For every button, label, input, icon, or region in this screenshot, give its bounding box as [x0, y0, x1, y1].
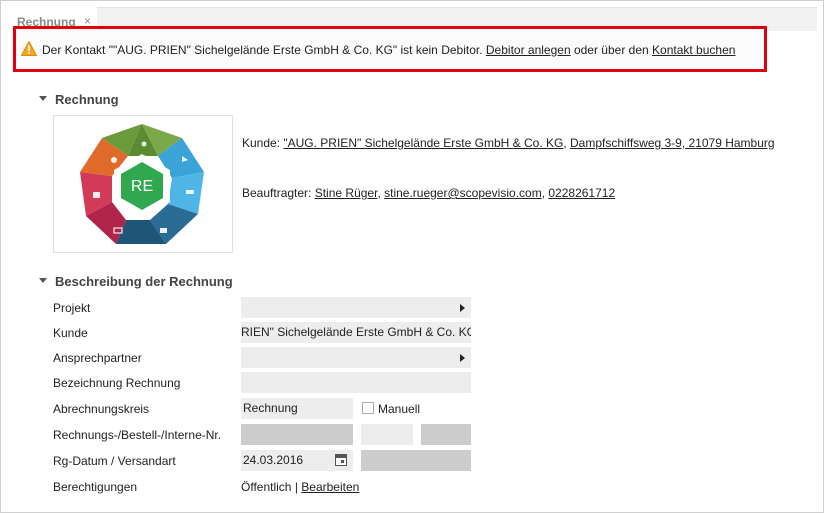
customer-label: Kunde:	[242, 136, 284, 150]
datum-label: Rg-Datum / Versandart	[53, 454, 176, 468]
agent-email-link[interactable]: stine.rueger@scopevisio.com	[384, 186, 542, 200]
rg-datum-value: 24.03.2016	[243, 453, 304, 467]
document-logo: RE	[53, 115, 233, 253]
interne-nr-field[interactable]	[421, 424, 471, 445]
projekt-arrow-icon[interactable]	[460, 304, 465, 312]
abrechnungskreis-field[interactable]: Rechnung	[241, 398, 353, 419]
berechtigungen-value: Öffentlich	[241, 480, 292, 494]
projekt-label: Projekt	[53, 301, 91, 315]
logo-label: RE	[131, 178, 153, 195]
ansprechpartner-selector[interactable]	[241, 347, 471, 368]
hexagon-app-logo-icon: RE	[80, 124, 204, 244]
agent-name-link[interactable]: Stine Rüger	[315, 186, 378, 200]
rechnungs-nr-field[interactable]	[241, 424, 353, 445]
projekt-selector[interactable]	[241, 297, 471, 318]
warning-icon	[21, 41, 37, 56]
customer-address-link[interactable]: Dampfschiffsweg 3-9, 21079 Hamburg	[570, 136, 775, 150]
versandart-field[interactable]	[361, 450, 471, 471]
bezeichnung-input[interactable]	[241, 372, 471, 393]
nummern-label: Rechnungs-/Bestell-/Interne-Nr.	[53, 428, 222, 442]
collapse-caret-icon[interactable]	[39, 96, 47, 102]
section-beschreibung-title: Beschreibung der Rechnung	[55, 274, 233, 289]
customer-sep: ,	[563, 136, 571, 150]
calendar-icon[interactable]	[335, 454, 347, 466]
bezeichnung-label: Bezeichnung Rechnung	[53, 376, 181, 390]
warning-text: Der Kontakt ""AUG. PRIEN" Sichelgelände …	[42, 43, 735, 57]
ansprechpartner-label: Ansprechpartner	[53, 351, 142, 365]
rg-datum-input[interactable]: 24.03.2016	[241, 450, 353, 471]
warning-message: Der Kontakt ""AUG. PRIEN" Sichelgelände …	[42, 43, 486, 57]
customer-info: Kunde: "AUG. PRIEN" Sichelgelände Erste …	[242, 136, 775, 150]
bearbeiten-link[interactable]: Bearbeiten	[301, 480, 359, 494]
warning-message-mid: oder über den	[570, 43, 653, 57]
section-rechnung-header[interactable]: Rechnung	[39, 92, 119, 107]
berechtigungen-value-row: Öffentlich | Bearbeiten	[241, 480, 359, 494]
warning-banner: Der Kontakt ""AUG. PRIEN" Sichelgelände …	[13, 26, 767, 72]
agent-phone-link[interactable]: 0228261712	[548, 186, 615, 200]
debitor-anlegen-link[interactable]: Debitor anlegen	[486, 43, 571, 57]
berechtigungen-label: Berechtigungen	[53, 480, 138, 494]
window-frame: Rechnung × Der Kontakt ""AUG. PRIEN" Sic…	[0, 0, 824, 513]
kunde-label: Kunde	[53, 326, 88, 340]
customer-name-link[interactable]: "AUG. PRIEN" Sichelgelände Erste GmbH & …	[283, 136, 563, 150]
kontakt-buchen-link[interactable]: Kontakt buchen	[652, 43, 735, 57]
agent-info: Beauftragter: Stine Rüger, stine.rueger@…	[242, 186, 615, 200]
abrechnungskreis-value: Rechnung	[243, 401, 298, 415]
kunde-field[interactable]: RIEN" Sichelgelände Erste GmbH & Co. KG	[241, 322, 471, 343]
kunde-value: RIEN" Sichelgelände Erste GmbH & Co. KG	[241, 325, 471, 339]
manuell-label: Manuell	[378, 402, 421, 416]
section-rechnung-title: Rechnung	[55, 92, 119, 107]
berechtigungen-sep: |	[291, 480, 302, 494]
section-beschreibung-header[interactable]: Beschreibung der Rechnung	[39, 274, 233, 289]
ansprechpartner-arrow-icon[interactable]	[460, 354, 465, 362]
bestell-nr-input[interactable]	[361, 424, 413, 445]
collapse-caret-icon[interactable]	[39, 278, 47, 284]
agent-label: Beauftragter:	[242, 186, 315, 200]
abrechnungskreis-label: Abrechnungskreis	[53, 402, 150, 416]
manuell-checkbox[interactable]	[362, 402, 374, 414]
